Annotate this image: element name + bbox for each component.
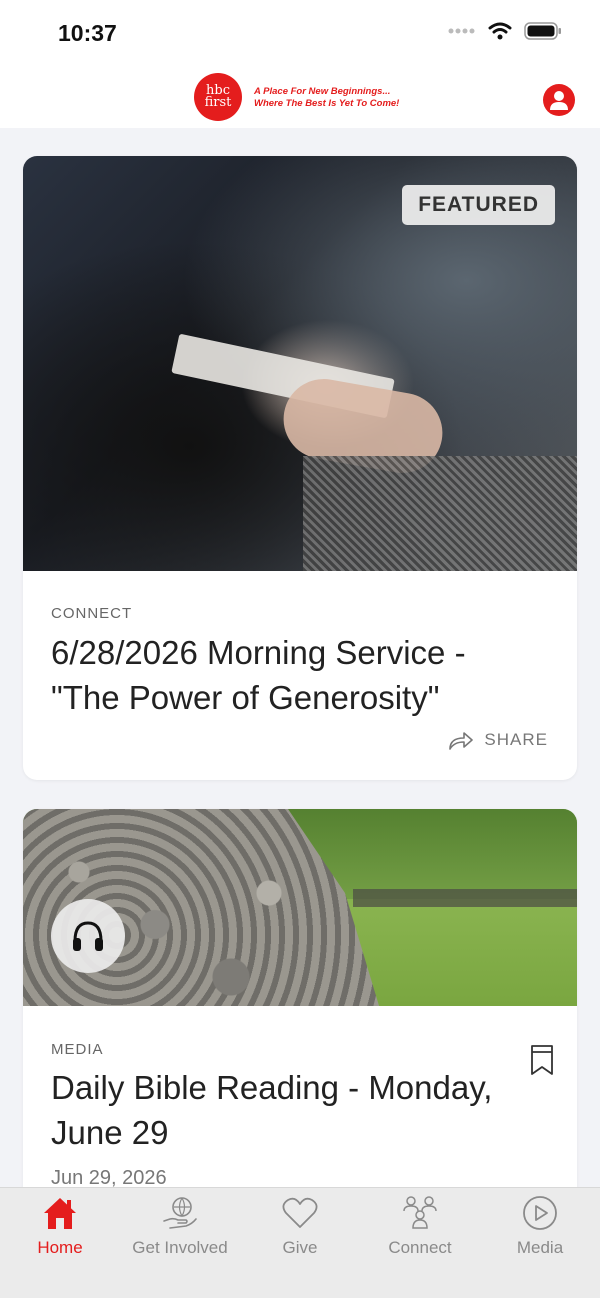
heart-icon — [282, 1197, 318, 1228]
status-bar: 10:37 — [0, 0, 600, 66]
tab-get-involved[interactable]: Get Involved — [120, 1188, 240, 1268]
profile-button[interactable] — [543, 84, 575, 116]
tab-home[interactable]: Home — [0, 1188, 120, 1268]
card-category: MEDIA — [51, 1041, 104, 1058]
battery-icon — [524, 22, 561, 40]
user-icon — [550, 91, 568, 110]
card-title-line-1: Daily Bible Reading - Monday, — [51, 1069, 493, 1106]
tab-label: Home — [37, 1238, 83, 1257]
tab-label: Media — [516, 1238, 564, 1257]
card-title-line-1: 6/28/2026 Morning Service - — [51, 634, 466, 671]
card-image: FEATURED — [23, 156, 577, 571]
card-title: Daily Bible Reading - Monday, June 29 — [51, 1065, 541, 1155]
hand-globe-icon — [163, 1197, 197, 1229]
home-icon — [44, 1198, 76, 1229]
card-image — [23, 809, 577, 1006]
logo-text-bottom: first — [204, 95, 232, 110]
featured-card[interactable]: FEATURED CONNECT 6/28/2026 Morning Servi… — [23, 156, 577, 780]
app-header: hbc first A Place For New Beginnings... … — [0, 66, 600, 128]
tab-connect[interactable]: Connect — [360, 1188, 480, 1268]
church-logo[interactable]: hbc first — [194, 73, 242, 121]
share-arrow-icon — [449, 732, 474, 750]
card-category: CONNECT — [51, 605, 133, 622]
media-card[interactable]: MEDIA Daily Bible Reading - Monday, June… — [23, 809, 577, 1209]
featured-badge: FEATURED — [402, 185, 555, 225]
tagline-line-1: A Place For New Beginnings... — [254, 86, 391, 97]
tab-label: Connect — [388, 1238, 452, 1257]
tagline-line-2: Where The Best Is Yet To Come! — [254, 98, 400, 109]
status-time: 10:37 — [58, 20, 117, 46]
share-label: SHARE — [484, 730, 548, 749]
status-icons — [448, 22, 562, 40]
church-tagline: A Place For New Beginnings... Where The … — [254, 86, 399, 110]
share-button[interactable]: SHARE — [448, 730, 548, 750]
play-icon — [523, 1196, 557, 1230]
tab-give[interactable]: Give — [240, 1188, 360, 1268]
card-title-line-2: June 29 — [51, 1114, 169, 1151]
tab-media[interactable]: Media — [480, 1188, 600, 1268]
people-icon — [403, 1196, 437, 1229]
headphones-icon — [73, 921, 103, 951]
card-title-line-2: "The Power of Generosity" — [51, 679, 440, 716]
wifi-icon — [488, 22, 512, 40]
signal-icon — [448, 28, 475, 34]
card-title: 6/28/2026 Morning Service - "The Power o… — [51, 630, 541, 720]
audio-play-button[interactable] — [51, 899, 125, 973]
tab-label: Get Involved — [132, 1238, 228, 1257]
tab-bar: Home Get Involved Give Connect Media — [0, 1187, 600, 1298]
tab-label: Give — [282, 1238, 318, 1257]
